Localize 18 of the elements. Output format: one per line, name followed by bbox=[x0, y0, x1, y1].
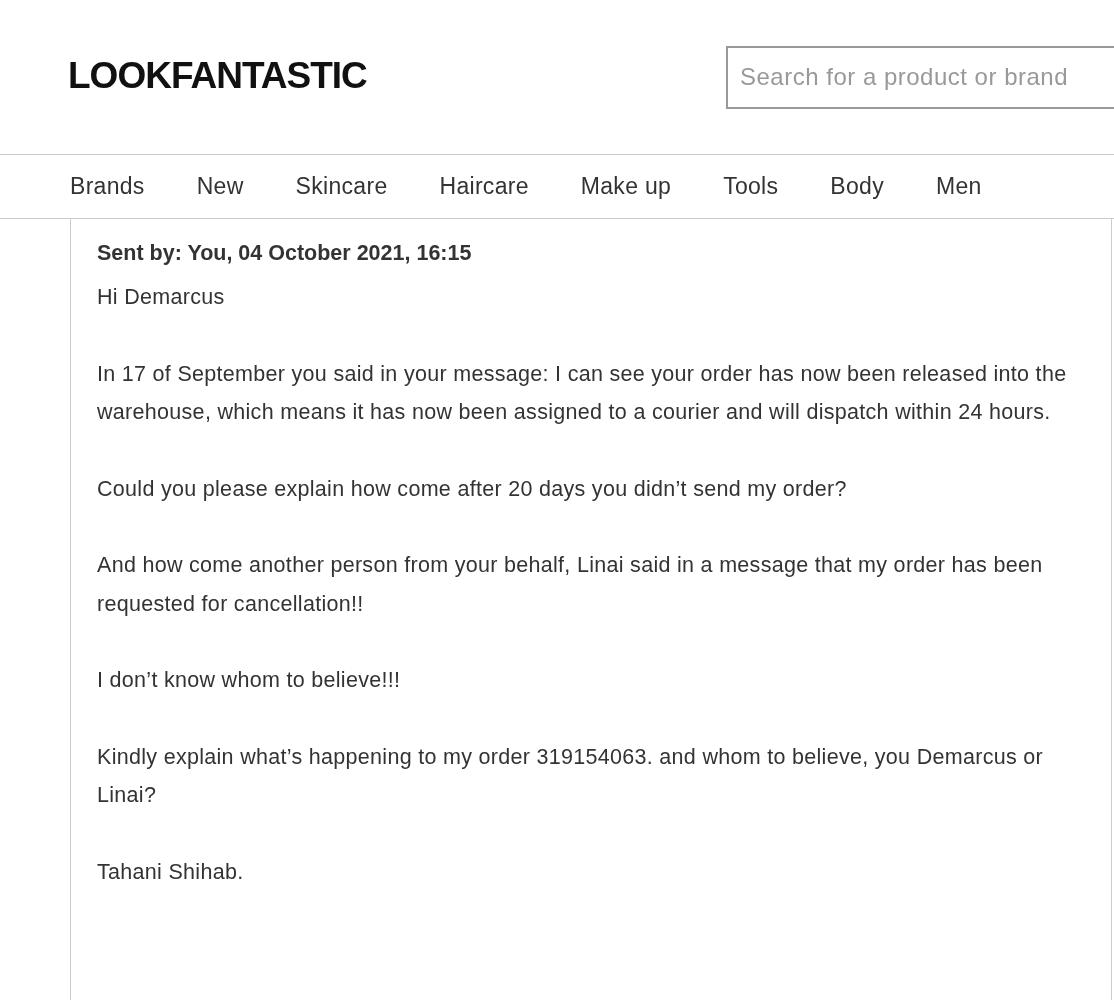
nav-link[interactable]: Skincare bbox=[295, 173, 388, 200]
nav-link[interactable]: Men bbox=[935, 173, 982, 200]
nav-link[interactable]: Tools bbox=[723, 173, 779, 200]
nav-link[interactable]: New bbox=[196, 173, 244, 200]
nav-link[interactable]: Haircare bbox=[439, 173, 529, 200]
logo[interactable]: LOOKFANTASTIC bbox=[68, 55, 367, 97]
message-paragraph: And how come another person from your behalf, Linai said in a message that my order has been requested for cancellation!! bbox=[97, 552, 1044, 618]
message-paragraph: In 17 of September you said in your message: I can see your order has now been released into the warehouse, which means it has now been assigned to a courier and will dispatch within 24 hours. bbox=[97, 360, 1068, 426]
nav-link[interactable]: Make up bbox=[580, 173, 672, 200]
message-sender-line: Sent by: You, 04 October 2021, 16:15 bbox=[97, 240, 473, 267]
message-paragraph: I don’t know whom to believe!!! bbox=[97, 667, 402, 694]
message-paragraph: Could you please explain how come after 20 days you didn’t send my order? bbox=[97, 475, 848, 503]
search-field[interactable]: Search for a product or brand bbox=[726, 45, 1114, 109]
nav-link[interactable]: Brands bbox=[70, 173, 145, 200]
nav-link[interactable]: Body bbox=[830, 173, 884, 200]
message-paragraph: Tahani Shihab. bbox=[97, 858, 245, 886]
message-paragraph: Kindly explain what’s happening to my order 319154063. and whom to believe, you Demarcus or Linai? bbox=[97, 743, 1044, 809]
message-paragraph: Hi Demarcus bbox=[97, 284, 226, 311]
